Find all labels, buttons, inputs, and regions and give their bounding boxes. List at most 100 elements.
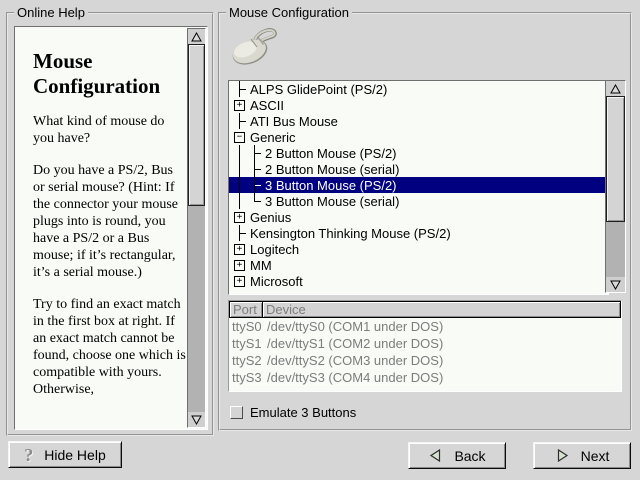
tree-item-label: Microsoft [247, 274, 303, 289]
tree-branch-icon [247, 177, 262, 193]
tree-branch-icon [247, 145, 262, 161]
expand-icon[interactable]: + [232, 241, 247, 257]
port-cell: ttyS1 [229, 336, 266, 351]
tree-item-label: ALPS GlidePoint (PS/2) [247, 82, 387, 97]
help-question-icon: ? [24, 446, 33, 464]
tree-item-3-button-mouse-ps-2[interactable]: 3 Button Mouse (PS/2) [229, 177, 608, 193]
tree-item-kensington-thinking-mouse-ps-2[interactable]: Kensington Thinking Mouse (PS/2) [229, 225, 608, 241]
help-viewer: Mouse Configuration What kind of mouse d… [14, 26, 208, 430]
hide-help-label: Hide Help [44, 447, 105, 463]
arrow-left-icon [428, 448, 443, 463]
device-column-header: Device [262, 301, 621, 318]
back-label: Back [454, 448, 485, 464]
scroll-up-button[interactable] [606, 81, 625, 96]
mouse-type-tree[interactable]: ALPS GlidePoint (PS/2)+ASCIIATI Bus Mous… [228, 80, 609, 295]
tree-line [232, 145, 247, 161]
tree-branch-icon [232, 113, 247, 129]
port-cell: ttyS2 [229, 353, 266, 368]
tree-item-2-button-mouse-ps-2[interactable]: 2 Button Mouse (PS/2) [229, 145, 608, 161]
mouse-icon [228, 26, 280, 68]
arrow-right-icon [555, 448, 570, 463]
expand-icon[interactable]: + [232, 97, 247, 113]
help-heading: Mouse Configuration [33, 49, 183, 99]
expand-icon[interactable]: + [232, 273, 247, 289]
emulate-3-buttons-option[interactable]: Emulate 3 Buttons [230, 404, 356, 420]
port-cell: ttyS3 [229, 370, 266, 385]
tree-item-genius[interactable]: +Genius [229, 209, 608, 225]
tree-item-label: 3 Button Mouse (PS/2) [262, 178, 397, 193]
next-label: Next [581, 448, 610, 464]
tree-item-label: 2 Button Mouse (PS/2) [262, 146, 397, 161]
tree-item-3-button-mouse-serial[interactable]: 3 Button Mouse (serial) [229, 193, 608, 209]
table-row: ttyS2/dev/ttyS2 (COM3 under DOS) [229, 352, 621, 369]
arrow-down-icon [610, 280, 621, 290]
table-header-row: Port Device [229, 301, 621, 318]
online-help-frame-label: Online Help [14, 5, 88, 20]
tree-item-mm[interactable]: +MM [229, 257, 608, 273]
help-scrollbar[interactable] [187, 28, 206, 428]
tree-item-label: 3 Button Mouse (serial) [262, 194, 399, 209]
tree-branch-icon [232, 225, 247, 241]
tree-item-generic[interactable]: −Generic [229, 129, 608, 145]
help-scrollbar-track[interactable] [188, 44, 205, 412]
tree-item-label: ATI Bus Mouse [247, 114, 338, 129]
tree-branch-icon [232, 81, 247, 97]
tree-scrollbar-thumb[interactable] [606, 96, 625, 222]
tree-item-ati-bus-mouse[interactable]: ATI Bus Mouse [229, 113, 608, 129]
tree-item-label: Generic [247, 130, 296, 145]
tree-branch-icon [247, 161, 262, 177]
mouse-config-frame-label: Mouse Configuration [226, 5, 352, 20]
tree-item-alps-glidepoint-ps-2[interactable]: ALPS GlidePoint (PS/2) [229, 81, 608, 97]
tree-item-ascii[interactable]: +ASCII [229, 97, 608, 113]
tree-scrollbar[interactable] [605, 80, 626, 293]
table-body: ttyS0/dev/ttyS0 (COM1 under DOS)ttyS1/de… [229, 318, 621, 386]
device-cell: /dev/ttyS2 (COM3 under DOS) [266, 353, 443, 368]
tree-line [232, 177, 247, 193]
hide-help-button[interactable]: ? Hide Help [8, 441, 122, 468]
tree-item-label: MM [247, 258, 272, 273]
help-paragraph: Try to find an exact match in the first … [33, 296, 186, 398]
tree-item-label: 2 Button Mouse (serial) [262, 162, 399, 177]
next-button[interactable]: Next [533, 442, 631, 469]
tree-item-label: Logitech [247, 242, 299, 257]
mouse-configuration-screen: Online Help Mouse Configuration What kin… [0, 0, 640, 480]
scroll-down-button[interactable] [188, 412, 205, 427]
online-help-panel: Online Help Mouse Configuration What kin… [6, 12, 214, 436]
expand-icon[interactable]: + [232, 257, 247, 273]
arrow-up-icon [191, 32, 202, 42]
device-cell: /dev/ttyS1 (COM2 under DOS) [266, 336, 443, 351]
expand-icon[interactable]: + [232, 209, 247, 225]
tree-item-label: Kensington Thinking Mouse (PS/2) [247, 226, 451, 241]
mouse-tree-area: ALPS GlidePoint (PS/2)+ASCIIATI Bus Mous… [228, 80, 626, 293]
checkbox-label: Emulate 3 Buttons [250, 405, 356, 420]
serial-port-table: Port Device ttyS0/dev/ttyS0 (COM1 under … [228, 300, 622, 392]
port-column-header: Port [229, 301, 263, 318]
scroll-up-button[interactable] [188, 29, 205, 44]
tree-item-2-button-mouse-serial[interactable]: 2 Button Mouse (serial) [229, 161, 608, 177]
help-paragraph: What kind of mouse do you have? [33, 113, 186, 147]
checkbox-unchecked-icon[interactable] [230, 406, 243, 419]
device-cell: /dev/ttyS3 (COM4 under DOS) [266, 370, 443, 385]
help-content: Mouse Configuration What kind of mouse d… [15, 27, 189, 429]
help-scrollbar-thumb[interactable] [188, 44, 205, 206]
tree-item-label: Genius [247, 210, 291, 225]
arrow-up-icon [610, 84, 621, 94]
tree-item-logitech[interactable]: +Logitech [229, 241, 608, 257]
back-button[interactable]: Back [408, 442, 506, 469]
tree-line [232, 161, 247, 177]
table-row: ttyS3/dev/ttyS3 (COM4 under DOS) [229, 369, 621, 386]
arrow-down-icon [191, 415, 202, 425]
tree-item-microsoft[interactable]: +Microsoft [229, 273, 608, 289]
mouse-config-panel: Mouse Configuration ALPS GlidePoint (PS/… [218, 12, 632, 431]
table-row: ttyS1/dev/ttyS1 (COM2 under DOS) [229, 335, 621, 352]
device-cell: /dev/ttyS0 (COM1 under DOS) [266, 319, 443, 334]
collapse-icon[interactable]: − [232, 129, 247, 145]
tree-item-label: ASCII [247, 98, 284, 113]
port-cell: ttyS0 [229, 319, 266, 334]
tree-branch-icon [247, 193, 262, 209]
help-paragraph: Do you have a PS/2, Bus or serial mouse?… [33, 162, 186, 281]
tree-line [232, 193, 247, 209]
scroll-down-button[interactable] [606, 277, 625, 292]
tree-scrollbar-track[interactable] [606, 96, 625, 277]
table-row: ttyS0/dev/ttyS0 (COM1 under DOS) [229, 318, 621, 335]
